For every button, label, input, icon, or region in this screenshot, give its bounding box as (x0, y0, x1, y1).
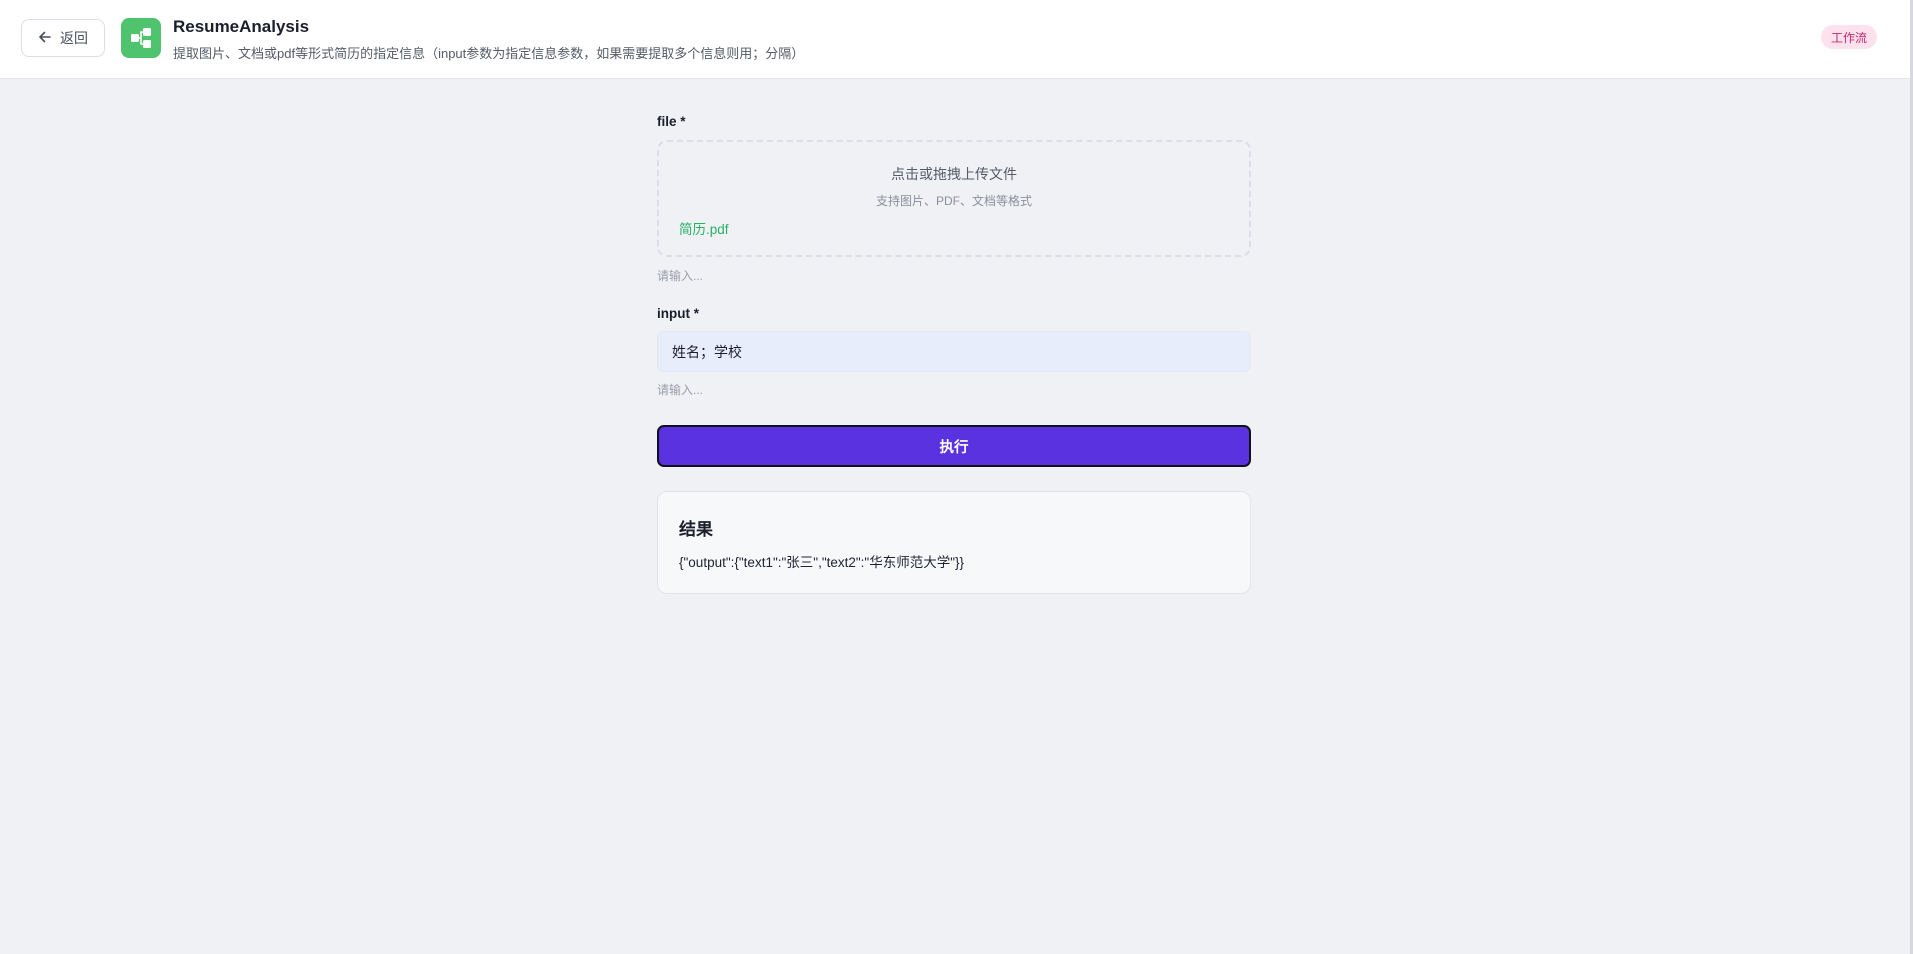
result-panel: 结果 {"output":{"text1":"张三","text2":"华东师范… (657, 491, 1251, 594)
result-title: 结果 (679, 520, 713, 539)
input-field-hint: 请输入... (657, 383, 704, 397)
app-window: 返回 ResumeAnalysis 提取图片、文档或pdf等形式简历的指定信息（… (0, 0, 1913, 954)
input-field-label: input * (657, 306, 699, 321)
arrow-left-icon (38, 30, 52, 47)
workflow-type-badge: 工作流 (1821, 25, 1877, 49)
file-dropzone[interactable]: 点击或拖拽上传文件 支持图片、PDF、文档等格式 简历.pdf (657, 140, 1251, 257)
input-field[interactable] (657, 331, 1251, 372)
dropzone-title: 点击或拖拽上传文件 (891, 166, 1017, 182)
dropzone-subtitle: 支持图片、PDF、文档等格式 (875, 194, 1032, 208)
run-button[interactable]: 执行 (657, 425, 1251, 467)
back-button[interactable]: 返回 (21, 19, 105, 57)
app-description: 提取图片、文档或pdf等形式简历的指定信息（input参数为指定信息参数，如果需… (173, 46, 805, 61)
back-button-label: 返回 (60, 30, 88, 46)
app-title: ResumeAnalysis (173, 17, 310, 36)
uploaded-file-link[interactable]: 简历.pdf (679, 218, 729, 238)
page-header: 返回 ResumeAnalysis 提取图片、文档或pdf等形式简历的指定信息（… (0, 0, 1910, 79)
file-field-hint: 请输入... (657, 269, 704, 283)
result-output: {"output":{"text1":"张三","text2":"华东师范大学"… (679, 555, 965, 570)
workflow-icon (121, 18, 161, 58)
file-field-label: file * (657, 114, 686, 129)
